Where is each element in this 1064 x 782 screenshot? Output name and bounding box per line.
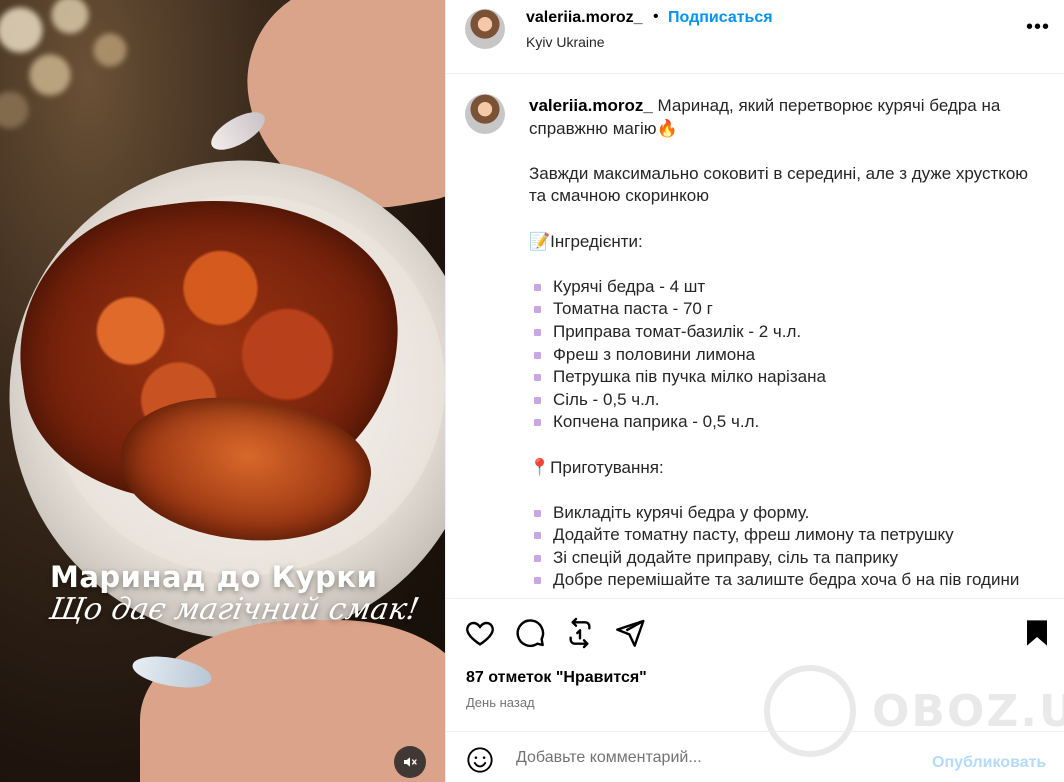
comment-input[interactable] bbox=[516, 744, 916, 772]
post-side-panel: valeriia.moroz_ • Подписаться Kyiv Ukrai… bbox=[445, 0, 1064, 782]
bullet-icon bbox=[534, 283, 541, 291]
list-item: Добре перемішайте та залиште бедра хоча … bbox=[529, 569, 1039, 592]
comment-icon[interactable] bbox=[514, 617, 546, 649]
likes-count[interactable]: 87 отметок "Нравится" bbox=[466, 669, 647, 687]
author-username[interactable]: valeriia.moroz_ bbox=[526, 9, 643, 27]
list-item: Викладіть курячі бедра у форму. bbox=[529, 502, 1039, 525]
list-item: Зі спецій додайте приправу, сіль та папр… bbox=[529, 547, 1039, 570]
repost-icon[interactable] bbox=[564, 617, 596, 649]
post-location[interactable]: Kyiv Ukraine bbox=[526, 34, 605, 50]
bookmark-icon[interactable] bbox=[1021, 617, 1053, 649]
bullet-icon bbox=[534, 328, 541, 336]
bullet-icon bbox=[534, 306, 541, 314]
caption-username[interactable]: valeriia.moroz_ bbox=[529, 96, 653, 115]
separator-dot: • bbox=[653, 8, 659, 25]
caption-intro-line: valeriia.moroz_ Маринад, який перетворює… bbox=[529, 95, 1039, 140]
speaker-muted-icon bbox=[404, 757, 417, 767]
media-overlay-title: Маринад до Курки bbox=[50, 560, 378, 594]
list-item: Петрушка пів пучка мілко нарізана bbox=[529, 366, 1039, 389]
list-item: Фреш з половини лимона bbox=[529, 344, 1039, 367]
list-item: Копчена паприка - 0,5 ч.л. bbox=[529, 411, 1039, 434]
publish-button[interactable]: Опубликовать bbox=[932, 754, 1046, 772]
post-media[interactable]: Маринад до Курки Що дає магічний смак! bbox=[0, 0, 445, 782]
bullet-icon bbox=[534, 532, 541, 540]
heart-icon[interactable] bbox=[464, 617, 496, 649]
steps-heading: 📍Приготування: bbox=[529, 457, 664, 477]
dried-flowers-decoration bbox=[0, 0, 190, 150]
bullet-icon bbox=[534, 509, 541, 517]
ingredients-heading: 📝Інгредієнти: bbox=[529, 231, 643, 251]
post-time[interactable]: День назад bbox=[466, 695, 535, 710]
share-icon[interactable] bbox=[614, 617, 646, 649]
list-item: Курячі бедра - 4 шт bbox=[529, 276, 1039, 299]
media-overlay-subtitle: Що дає магічний смак! bbox=[46, 592, 422, 627]
bullet-icon bbox=[534, 419, 541, 427]
bullet-icon bbox=[534, 396, 541, 404]
comment-bar: Опубликовать bbox=[446, 731, 1064, 782]
caption-scroll-area[interactable]: valeriia.moroz_ Маринад, який перетворює… bbox=[446, 75, 1064, 598]
caption-description: Завжди максимально соковиті в середині, … bbox=[529, 163, 1029, 206]
ingredients-list: Курячі бедра - 4 шт Томатна паста - 70 г… bbox=[529, 276, 1039, 434]
more-options-icon[interactable]: ••• bbox=[1026, 16, 1050, 39]
emoji-icon[interactable] bbox=[466, 746, 494, 774]
list-item: Приправа томат-базилік - 2 ч.л. bbox=[529, 321, 1039, 344]
list-item: Томатна паста - 70 г bbox=[529, 298, 1039, 321]
list-item: Додайте томатну пасту, фреш лимону та пе… bbox=[529, 524, 1039, 547]
bullet-icon bbox=[534, 374, 541, 382]
author-avatar[interactable] bbox=[465, 9, 505, 49]
steps-list: Викладіть курячі бедра у форму. Додайте … bbox=[529, 502, 1039, 592]
follow-button[interactable]: Подписаться bbox=[668, 9, 773, 27]
bullet-icon bbox=[534, 554, 541, 562]
post-actions: 87 отметок "Нравится" День назад bbox=[446, 598, 1064, 730]
post-header: valeriia.moroz_ • Подписаться Kyiv Ukrai… bbox=[446, 0, 1064, 74]
list-item: Сіль - 0,5 ч.л. bbox=[529, 389, 1039, 412]
post-caption: valeriia.moroz_ Маринад, який перетворює… bbox=[529, 95, 1039, 592]
bullet-icon bbox=[534, 351, 541, 359]
mute-button[interactable] bbox=[394, 746, 426, 778]
bullet-icon bbox=[534, 577, 541, 585]
caption-author-avatar[interactable] bbox=[465, 94, 505, 134]
